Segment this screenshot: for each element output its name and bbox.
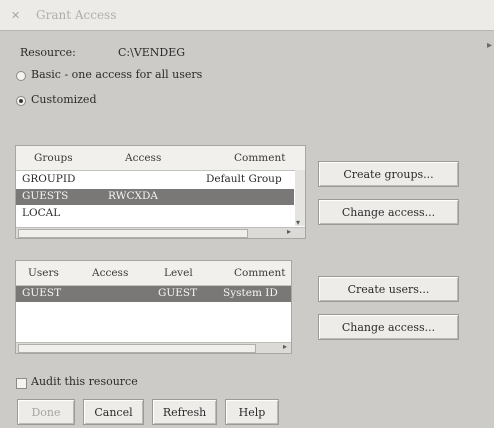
title-bar: ✕ Grant Access [0,0,494,31]
customized-radio[interactable] [16,96,26,106]
customized-radio-label[interactable]: Customized [31,93,96,106]
help-button[interactable]: Help [225,399,279,425]
table-row[interactable]: GROUPID Default Group [16,172,305,188]
scroll-down-icon[interactable]: ▾ [296,218,300,227]
refresh-button[interactable]: Refresh [152,399,217,425]
group-name: GROUPID [22,173,76,185]
scroll-right-icon[interactable]: ▸ [283,342,287,351]
change-group-access-button[interactable]: Change access... [318,199,459,225]
chevron-right-icon: ▸ [486,40,492,51]
users-list-header: Users Access Level Comment [16,261,291,286]
users-header-access[interactable]: Access [92,267,128,279]
basic-radio-label[interactable]: Basic - one access for all users [31,68,202,81]
group-name: GUESTS [22,190,69,202]
create-groups-button[interactable]: Create groups... [318,161,459,187]
resource-value: C:\VENDEG [118,46,186,59]
audit-checkbox[interactable] [16,378,27,389]
change-user-access-button[interactable]: Change access... [318,314,459,340]
groups-list-header: Groups Access Comment [16,146,305,171]
group-access: RWCXDA [108,190,158,202]
groups-header-name[interactable]: Groups [34,152,73,164]
users-horizontal-scrollbar[interactable]: ▸ [16,342,291,353]
done-button[interactable]: Done [17,399,75,425]
groups-header-comment[interactable]: Comment [234,152,285,164]
groups-list[interactable]: Groups Access Comment GROUPID Default Gr… [15,145,306,239]
users-header-name[interactable]: Users [28,267,59,279]
create-users-button[interactable]: Create users... [318,276,459,302]
cancel-button[interactable]: Cancel [83,399,144,425]
users-list[interactable]: Users Access Level Comment GUEST GUEST S… [15,260,292,354]
basic-radio[interactable] [16,71,26,81]
table-row[interactable]: GUEST GUEST System ID [16,286,291,302]
user-level: GUEST [158,287,198,299]
groups-horizontal-scrollbar[interactable]: ▸ [16,227,305,238]
scrollbar-thumb[interactable] [18,229,248,238]
audit-checkbox-label[interactable]: Audit this resource [31,375,138,388]
user-comment: System ID [223,287,278,299]
users-header-comment[interactable]: Comment [234,267,285,279]
groups-header-access[interactable]: Access [125,152,161,164]
group-comment: Default Group [206,173,282,185]
user-name: GUEST [22,287,62,299]
table-row[interactable]: GUESTS RWCXDA [16,189,294,205]
resource-label: Resource: [20,46,76,59]
groups-vertical-scrollbar[interactable]: ▾ [295,170,305,227]
scrollbar-thumb[interactable] [18,344,256,353]
group-name: LOCAL [22,207,61,219]
users-header-level[interactable]: Level [164,267,193,279]
scroll-right-icon[interactable]: ▸ [287,227,291,236]
menu-icon[interactable]: ✕ [11,9,20,22]
window-title: Grant Access [36,8,117,22]
table-row[interactable]: LOCAL [16,206,305,222]
